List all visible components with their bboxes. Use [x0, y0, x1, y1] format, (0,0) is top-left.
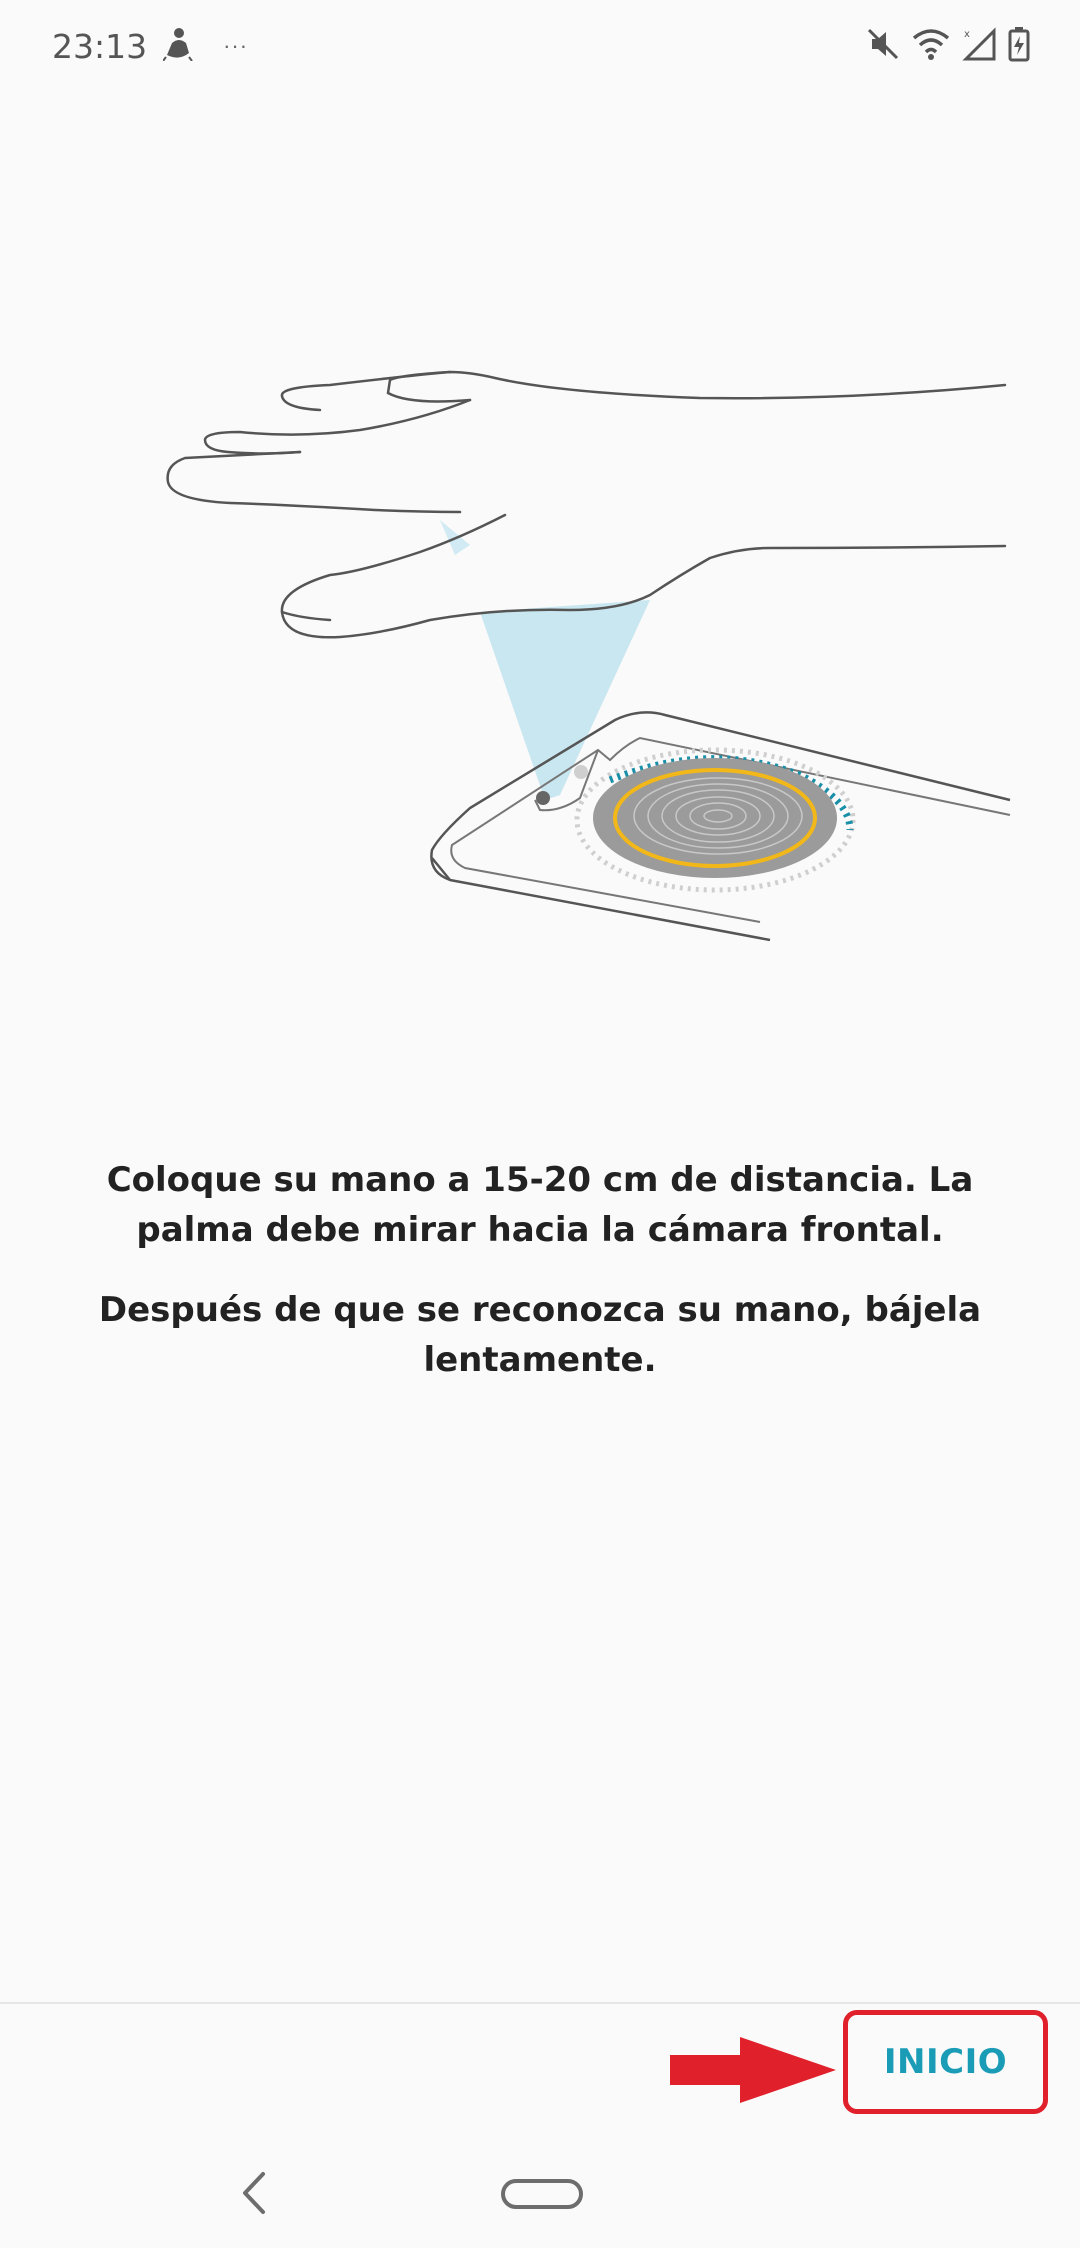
wifi-icon — [912, 27, 950, 66]
hand-drawing — [166, 370, 1007, 639]
start-button[interactable]: INICIO — [843, 2010, 1048, 2114]
status-bar: 23:13 ··· x — [0, 0, 1080, 92]
status-time: 23:13 — [52, 26, 148, 66]
battery-charging-icon — [1008, 26, 1030, 67]
overflow-dots: ··· — [223, 33, 249, 58]
camera-beam — [480, 600, 650, 800]
hand-over-phone-illustration — [150, 355, 1030, 955]
svg-text:x: x — [964, 29, 970, 40]
signal-icon: x — [962, 26, 996, 66]
instruction-paragraph-1: Coloque su mano a 15-20 cm de distancia.… — [106, 1160, 974, 1250]
status-left: 23:13 ··· — [52, 27, 248, 66]
instruction-paragraph-2: Después de que se reconozca su mano, báj… — [98, 1290, 982, 1380]
status-right: x — [866, 26, 1030, 67]
sensor-disc — [593, 758, 837, 878]
back-icon[interactable] — [235, 2170, 275, 2216]
start-button-label: INICIO — [883, 2042, 1008, 2082]
instructions: Coloque su mano a 15-20 cm de distancia.… — [60, 1155, 1020, 1415]
mute-icon — [866, 27, 900, 66]
person-walking-icon — [162, 27, 193, 66]
home-pill-icon[interactable] — [501, 2179, 583, 2209]
illustration-svg — [166, 370, 1011, 942]
bottom-divider — [0, 2002, 1080, 2004]
navigation-bar — [0, 2130, 1080, 2248]
arrow-right-icon — [670, 2037, 836, 2103]
